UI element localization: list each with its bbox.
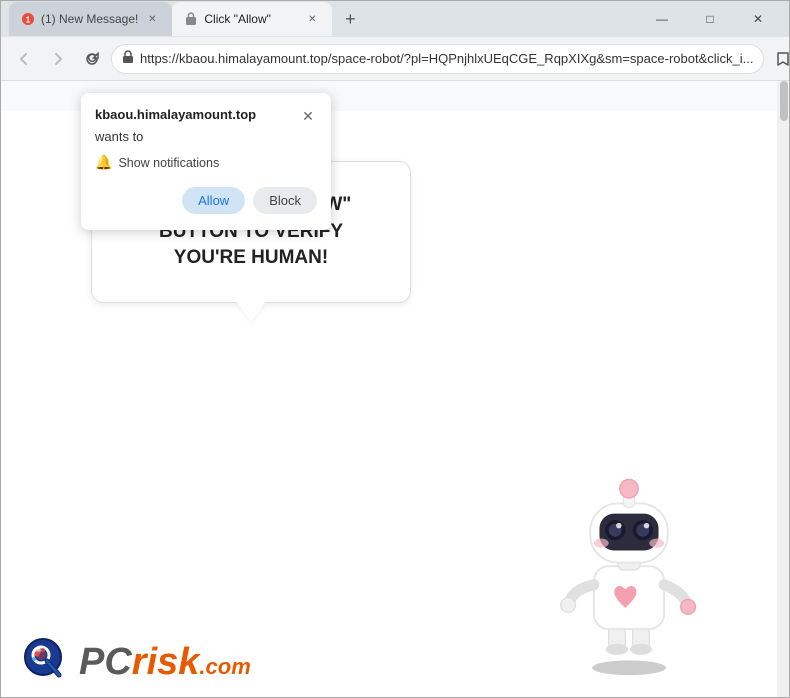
notif-permission-row: 🔔 Show notifications <box>95 154 317 171</box>
title-bar: 1 (1) New Message! ✕ Click "Allow" ✕ + —… <box>1 1 789 37</box>
maximize-button[interactable]: □ <box>687 1 733 37</box>
notif-header: kbaou.himalayamount.top ✕ <box>95 107 317 125</box>
toolbar-actions <box>768 44 790 74</box>
new-tab-button[interactable]: + <box>336 5 364 33</box>
tab-active[interactable]: Click "Allow" ✕ <box>172 2 332 36</box>
pcrisk-text-container: PCrisk .com <box>79 641 251 684</box>
url-text: https://kbaou.himalayamount.top/space-ro… <box>140 51 753 66</box>
pcrisk-logo: PCrisk .com <box>21 635 251 689</box>
notif-site: kbaou.himalayamount.top <box>95 107 256 122</box>
pcrisk-pc-text: PCrisk <box>79 641 199 684</box>
refresh-button[interactable] <box>77 44 107 74</box>
notif-permission-text: Show notifications <box>118 156 219 170</box>
active-tab-close-btn[interactable]: ✕ <box>304 11 320 27</box>
notification-popup: kbaou.himalayamount.top ✕ wants to 🔔 Sho… <box>81 93 331 230</box>
browser-content: kbaou.himalayamount.top ✕ wants to 🔔 Sho… <box>1 81 789 697</box>
back-button[interactable] <box>9 44 39 74</box>
robot-svg <box>529 437 729 677</box>
minimize-button[interactable]: — <box>639 1 685 37</box>
pcrisk-dotcom-text: .com <box>199 654 250 680</box>
robot-illustration <box>529 437 729 677</box>
speech-text-line2: YOU'RE HUMAN! <box>116 245 386 272</box>
inactive-tab-close-btn[interactable]: ✕ <box>144 11 160 27</box>
notif-wants-label: wants to <box>95 129 317 144</box>
close-button[interactable]: ✕ <box>735 1 781 37</box>
active-tab-title: Click "Allow" <box>204 12 298 26</box>
svg-text:1: 1 <box>26 16 31 25</box>
tab-favicon-inactive: 1 <box>21 12 35 26</box>
notif-buttons: Allow Block <box>95 187 317 214</box>
block-button[interactable]: Block <box>253 187 317 214</box>
scrollbar-thumb[interactable] <box>780 81 788 121</box>
address-bar[interactable]: https://kbaou.himalayamount.top/space-ro… <box>111 44 764 74</box>
allow-button[interactable]: Allow <box>182 187 245 214</box>
bookmark-button[interactable] <box>768 44 790 74</box>
toolbar: https://kbaou.himalayamount.top/space-ro… <box>1 37 789 81</box>
inactive-tab-title: (1) New Message! <box>41 12 138 26</box>
scrollbar[interactable] <box>777 81 789 697</box>
tab-inactive[interactable]: 1 (1) New Message! ✕ <box>9 2 172 36</box>
bell-icon: 🔔 <box>95 154 112 171</box>
forward-button[interactable] <box>43 44 73 74</box>
tab-favicon-active <box>184 12 198 26</box>
lock-icon <box>122 50 134 67</box>
pcrisk-icon <box>21 635 75 689</box>
window-controls: — □ ✕ <box>639 1 781 37</box>
notif-close-button[interactable]: ✕ <box>299 107 317 125</box>
chrome-window: 1 (1) New Message! ✕ Click "Allow" ✕ + —… <box>0 0 790 698</box>
